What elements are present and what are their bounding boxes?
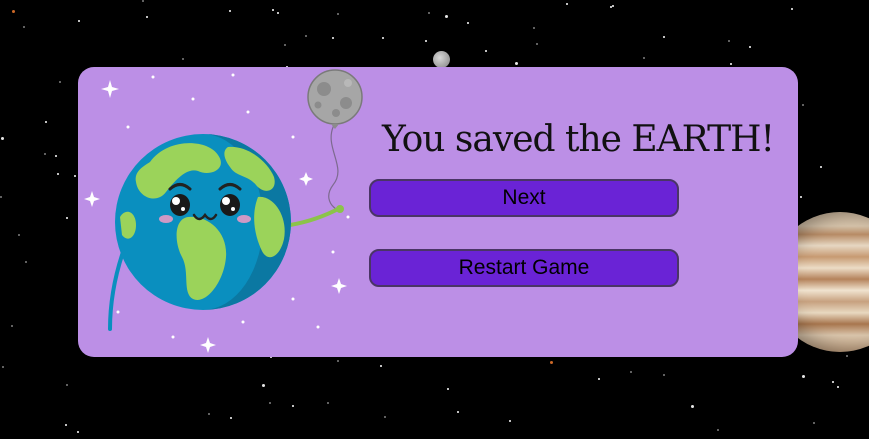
- star: [332, 37, 334, 39]
- star: [428, 12, 430, 14]
- star: [12, 10, 15, 13]
- star: [509, 420, 511, 422]
- balloon-string: [328, 124, 342, 212]
- moon-balloon-icon: [307, 69, 363, 129]
- star: [457, 411, 459, 413]
- restart-game-button[interactable]: Restart Game: [369, 249, 679, 287]
- star: [57, 173, 59, 175]
- star: [612, 5, 614, 7]
- star: [77, 431, 79, 433]
- space-background: You saved the EARTH! Next Restart Game: [0, 0, 869, 439]
- star: [384, 416, 386, 418]
- star: [292, 405, 294, 407]
- star: [327, 402, 329, 404]
- star: [485, 50, 487, 52]
- star: [272, 9, 274, 11]
- star: [11, 325, 13, 327]
- star: [663, 36, 665, 38]
- star: [2, 366, 4, 368]
- star: [515, 62, 518, 65]
- star: [598, 378, 600, 380]
- star: [74, 175, 76, 177]
- star: [146, 16, 148, 18]
- star: [230, 417, 232, 419]
- star: [846, 355, 848, 357]
- moon-icon: [433, 51, 450, 68]
- earth-body: [108, 134, 291, 331]
- star: [337, 360, 339, 362]
- star: [380, 365, 382, 367]
- star: [0, 196, 2, 198]
- star: [18, 234, 20, 236]
- star: [337, 13, 339, 15]
- star: [728, 40, 730, 42]
- star: [533, 27, 535, 29]
- win-message: You saved the EARTH!: [381, 119, 775, 160]
- star: [749, 46, 751, 48]
- star: [142, 0, 144, 2]
- star: [820, 166, 822, 168]
- star: [802, 375, 805, 378]
- star: [800, 196, 802, 198]
- star: [691, 405, 694, 408]
- smiling-earth-icon: [84, 69, 363, 353]
- star: [717, 429, 719, 431]
- star: [566, 3, 568, 5]
- star: [610, 6, 612, 8]
- star: [550, 361, 553, 364]
- star: [208, 413, 210, 415]
- star: [78, 20, 80, 22]
- star: [66, 217, 68, 219]
- star: [832, 381, 834, 383]
- star: [45, 121, 47, 123]
- star: [305, 35, 307, 37]
- star: [837, 386, 839, 388]
- star: [229, 10, 231, 12]
- star: [269, 402, 271, 404]
- star: [425, 40, 427, 42]
- star: [23, 26, 25, 28]
- star: [467, 22, 469, 24]
- star: [382, 37, 384, 39]
- star: [536, 43, 538, 45]
- star: [1, 137, 4, 140]
- star: [262, 384, 265, 387]
- star: [802, 104, 804, 106]
- star: [813, 422, 815, 424]
- star: [182, 58, 184, 60]
- star: [65, 424, 67, 426]
- star: [25, 261, 27, 263]
- star: [59, 81, 61, 83]
- star: [55, 155, 57, 157]
- star: [284, 44, 286, 46]
- star: [445, 15, 448, 18]
- star: [643, 57, 645, 59]
- star: [44, 153, 46, 155]
- star: [791, 8, 793, 10]
- star: [630, 371, 632, 373]
- win-dialog: You saved the EARTH! Next Restart Game: [78, 67, 798, 357]
- star: [66, 384, 68, 386]
- next-button[interactable]: Next: [369, 179, 679, 217]
- star: [447, 388, 449, 390]
- star: [663, 374, 665, 376]
- star: [730, 63, 732, 65]
- star: [277, 12, 279, 14]
